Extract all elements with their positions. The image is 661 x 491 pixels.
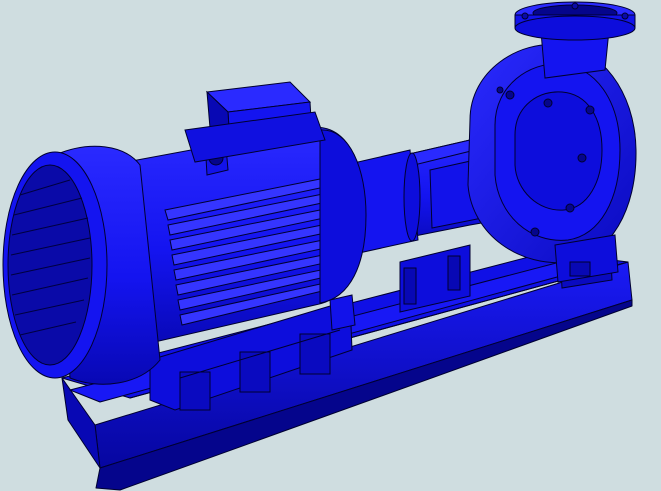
motor-foot-pad-mid — [239, 351, 271, 393]
fan-cover — [2, 145, 161, 385]
pump-assembly-drawing — [2, 1, 637, 491]
motor-foot-pad-left — [179, 371, 211, 411]
motor-foot-pad-right — [299, 333, 331, 375]
cad-render-canvas — [0, 0, 661, 491]
